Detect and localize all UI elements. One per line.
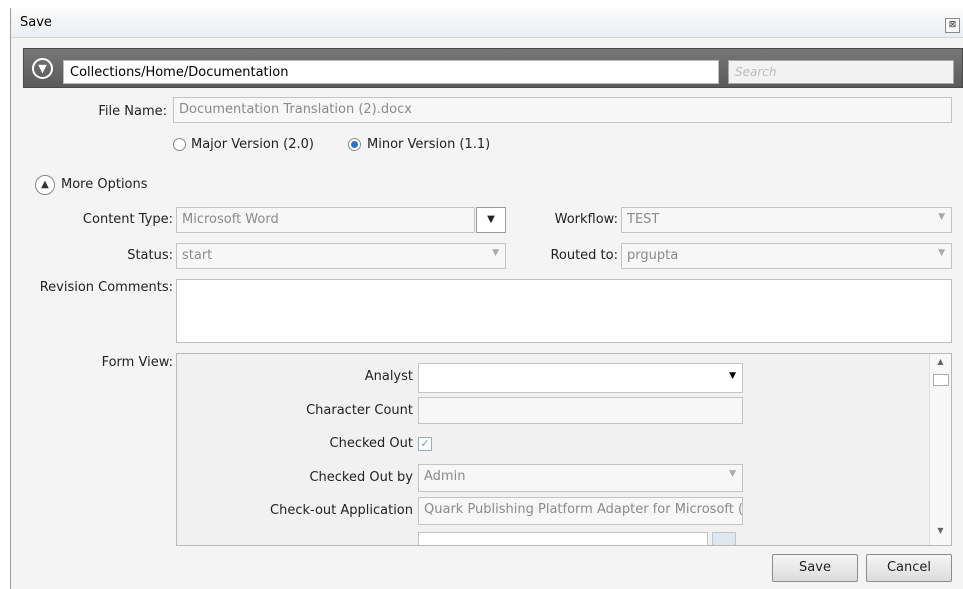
chevron-down-icon: ▼ <box>729 469 736 479</box>
workflow-value: TEST <box>627 212 660 227</box>
chevron-down-icon[interactable]: ▼ <box>32 58 53 79</box>
more-options-label[interactable]: More Options <box>61 177 148 192</box>
chevron-down-icon: ▼ <box>729 371 736 381</box>
content-type-dropdown-button[interactable]: ▼ <box>476 207 506 233</box>
analyst-label: Analyst <box>364 369 413 384</box>
close-button[interactable]: ⊠ <box>945 18 960 33</box>
routed-to-label: Routed to: <box>550 248 618 263</box>
minor-version-label: Minor Version (1.1) <box>367 137 491 152</box>
partial-field-button[interactable] <box>712 532 736 545</box>
partial-field[interactable] <box>418 532 708 545</box>
more-options-toggle[interactable]: ▲ <box>35 175 55 195</box>
scroll-thumb[interactable] <box>933 374 949 386</box>
status-select[interactable]: start ▼ <box>176 243 506 269</box>
chevron-down-icon: ▼ <box>938 212 945 222</box>
save-button[interactable]: Save <box>772 554 858 582</box>
routed-to-value: prgupta <box>627 248 679 263</box>
routed-to-select[interactable]: prgupta ▼ <box>621 243 952 269</box>
search-input[interactable]: Search <box>728 60 954 84</box>
file-name-field[interactable]: Documentation Translation (2).docx <box>173 97 952 123</box>
checked-out-checkbox[interactable]: ✓ <box>418 437 432 451</box>
major-version-radio[interactable] <box>173 138 186 151</box>
chevron-up-icon: ▲ <box>41 179 49 190</box>
checked-out-by-label: Checked Out by <box>309 470 413 485</box>
status-value: start <box>182 248 213 263</box>
minor-version-radio[interactable] <box>348 138 361 151</box>
status-label: Status: <box>127 248 173 263</box>
content-type-label: Content Type: <box>82 212 173 227</box>
workflow-select[interactable]: TEST ▼ <box>621 207 952 233</box>
path-input[interactable]: Collections/Home/Documentation <box>63 60 719 84</box>
title-bar: Save ⊠ <box>11 8 963 38</box>
character-count-label: Character Count <box>306 403 413 418</box>
major-version-label: Major Version (2.0) <box>191 137 314 152</box>
chevron-down-icon: ▼ <box>938 248 945 258</box>
content-type-field[interactable]: Microsoft Word <box>176 207 475 233</box>
checkout-application-label: Check-out Application <box>270 503 413 518</box>
cancel-button[interactable]: Cancel <box>866 554 952 582</box>
close-icon: ⊠ <box>948 20 957 30</box>
file-name-label: File Name: <box>98 104 167 119</box>
form-view-label: Form View: <box>101 355 173 370</box>
character-count-field[interactable] <box>418 397 743 424</box>
form-view-scrollbar[interactable]: ▲ ▼ <box>929 354 951 545</box>
scroll-up-icon[interactable]: ▲ <box>934 357 947 366</box>
chevron-down-icon: ▼ <box>492 248 499 258</box>
path-bar: ▼ Collections/Home/Documentation Search <box>23 48 963 88</box>
save-dialog: Save ⊠ ▼ Collections/Home/Documentation … <box>10 8 963 589</box>
analyst-select[interactable]: ▼ <box>418 363 743 393</box>
check-icon: ✓ <box>420 437 430 450</box>
revision-comments-label: Revision Comments: <box>39 280 173 295</box>
form-view-panel: Analyst ▼ Character Count Checked Out ✓ … <box>176 353 952 546</box>
checked-out-label: Checked Out <box>329 436 413 451</box>
checked-out-by-select[interactable]: Admin ▼ <box>418 464 743 492</box>
scroll-down-icon[interactable]: ▼ <box>934 526 947 535</box>
checked-out-by-value: Admin <box>424 469 466 484</box>
checkout-application-field[interactable]: Quark Publishing Platform Adapter for Mi… <box>418 497 743 525</box>
dialog-title: Save <box>20 15 52 30</box>
revision-comments-textarea[interactable] <box>176 279 952 343</box>
workflow-label: Workflow: <box>554 212 618 227</box>
